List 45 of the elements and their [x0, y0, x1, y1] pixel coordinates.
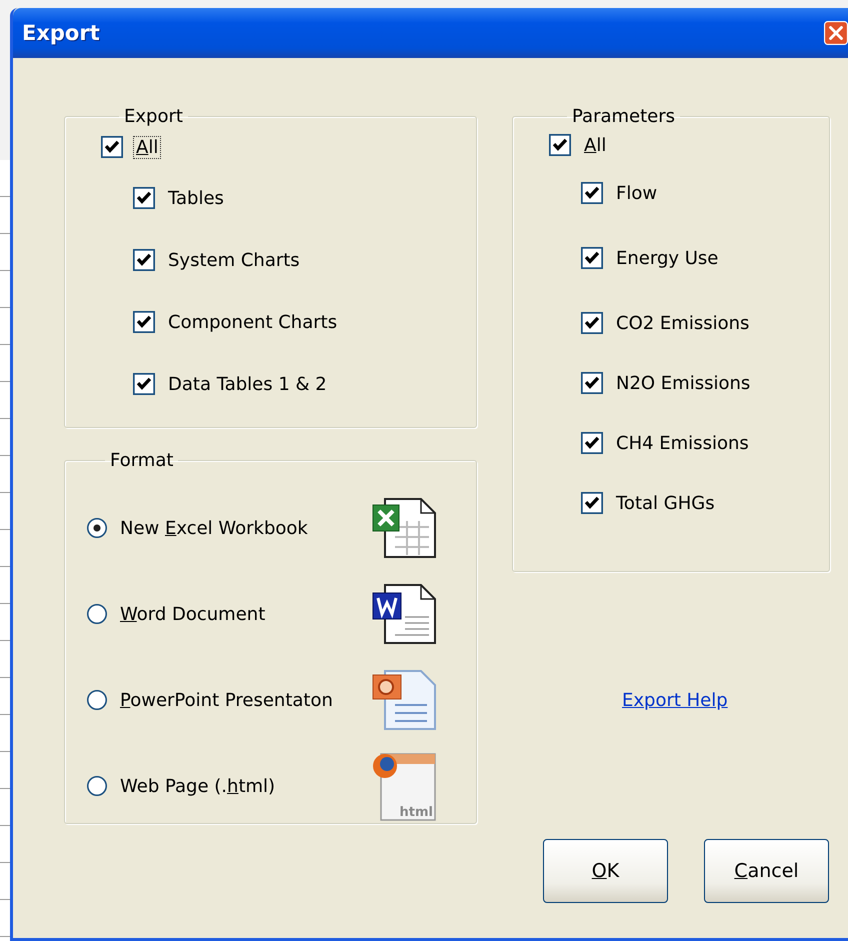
slides-document-icon [371, 669, 437, 731]
radio-button[interactable] [87, 690, 107, 710]
checkbox-label[interactable]: CH4 Emissions [613, 432, 752, 454]
close-icon[interactable] [824, 21, 848, 45]
checkbox[interactable] [581, 247, 603, 269]
checkbox-label[interactable]: Component Charts [165, 310, 340, 334]
checkbox[interactable] [581, 432, 603, 454]
radio-label[interactable]: Web Page (.html) [117, 774, 371, 798]
checkbox-label[interactable]: Flow [613, 182, 660, 204]
checkbox[interactable] [581, 182, 603, 204]
group-title: Export [123, 106, 184, 127]
window-title: Export [22, 21, 100, 45]
icon-caption: html [400, 805, 433, 820]
checkbox-label[interactable]: Total GHGs [613, 492, 718, 514]
checkbox[interactable] [581, 492, 603, 514]
checkbox[interactable] [133, 311, 155, 333]
checkbox[interactable] [133, 249, 155, 271]
checkbox[interactable] [133, 187, 155, 209]
checkbox-label[interactable]: System Charts [165, 248, 303, 272]
web-document-icon [373, 753, 436, 821]
cancel-button[interactable]: Cancel [704, 839, 829, 903]
checkbox-label[interactable]: N2O Emissions [613, 372, 754, 394]
checkbox[interactable] [581, 372, 603, 394]
checkbox-label[interactable]: All [133, 136, 162, 158]
checkbox[interactable] [549, 134, 571, 156]
checkbox-label[interactable]: CO2 Emissions [613, 312, 752, 334]
group-title: Format [109, 450, 174, 471]
radio-button[interactable] [87, 776, 107, 796]
help-link[interactable]: Export Help [622, 690, 728, 711]
radio-label[interactable]: Word Document [117, 602, 371, 626]
checkbox-label[interactable]: Energy Use [613, 246, 722, 270]
checkbox-label[interactable]: All [581, 134, 610, 156]
checkbox[interactable] [581, 312, 603, 334]
radio-label[interactable]: New Excel Workbook [117, 516, 371, 540]
group-title: Parameters [571, 106, 676, 127]
checkbox[interactable] [133, 373, 155, 395]
spreadsheet-document-icon [371, 497, 437, 559]
checkbox[interactable] [101, 136, 123, 158]
text-document-icon [371, 583, 437, 645]
ok-button[interactable]: OK [543, 839, 668, 903]
radio-button[interactable] [87, 518, 107, 538]
checkbox-label[interactable]: Data Tables 1 & 2 [165, 372, 330, 396]
radio-label[interactable]: PowerPoint Presentaton [117, 688, 371, 712]
radio-button[interactable] [87, 604, 107, 624]
checkbox-label[interactable]: Tables [165, 186, 227, 210]
